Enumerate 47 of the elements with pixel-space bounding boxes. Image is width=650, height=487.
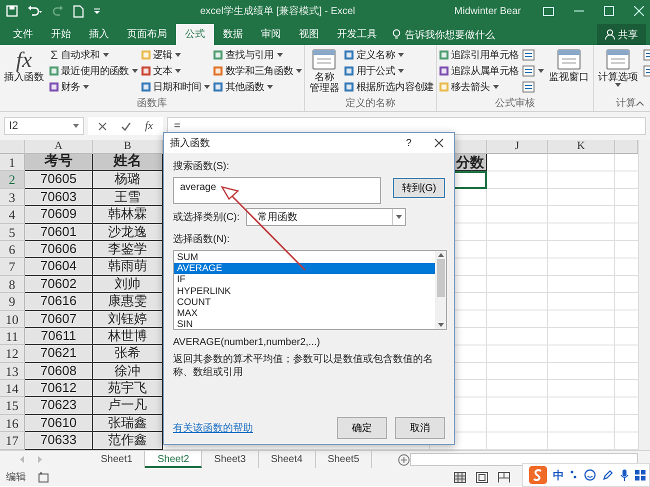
table-cell: 卢一凡 bbox=[93, 397, 163, 415]
function-signature: AVERAGE(number1,number2,...) bbox=[173, 337, 322, 348]
table-cell: 姓名 bbox=[93, 154, 163, 172]
table-cell: 康惠雯 bbox=[93, 293, 163, 311]
table-cell: 70621 bbox=[25, 345, 93, 363]
table-cell: 70604 bbox=[25, 258, 93, 276]
table-cell: 沙龙逸 bbox=[93, 224, 163, 241]
table-cell: 70611 bbox=[25, 328, 93, 346]
table-cell: 张希 bbox=[93, 345, 163, 363]
table-cell: 70609 bbox=[25, 206, 93, 224]
table-cell: 韩林霖 bbox=[93, 206, 163, 224]
table-cell: 70602 bbox=[25, 276, 93, 294]
table-cell: 林世博 bbox=[93, 328, 163, 346]
table-cell: 70616 bbox=[25, 293, 93, 311]
user-name: Midwinter Bear bbox=[454, 6, 521, 16]
table-cell: 韩雨萌 bbox=[93, 258, 163, 276]
table-cell: 刘钰婷 bbox=[93, 310, 163, 328]
table-cell: 70601 bbox=[25, 224, 93, 241]
table-cell: 70605 bbox=[25, 171, 93, 189]
table-cell: 70612 bbox=[25, 380, 93, 398]
table-cell: 张瑞鑫 bbox=[93, 414, 163, 432]
table-cell: 考号 bbox=[25, 154, 93, 172]
table-cell: 70610 bbox=[25, 414, 93, 432]
group-label: 计算 bbox=[616, 98, 636, 111]
table-cell: 范作鑫 bbox=[93, 432, 163, 450]
table-cell: 70633 bbox=[25, 432, 93, 450]
dialog-title: 插入函数 bbox=[170, 136, 210, 150]
table-cell: 70608 bbox=[25, 362, 93, 380]
category-label: 或选择类别(C): bbox=[173, 210, 240, 224]
table-cell: 王雪 bbox=[93, 188, 163, 206]
table-cell: 70607 bbox=[25, 310, 93, 328]
list-label: 选择函数(N): bbox=[173, 234, 230, 245]
status-mode: 编辑 bbox=[6, 470, 26, 484]
table-cell: 70603 bbox=[25, 188, 93, 206]
function-description: 返回其参数的算术平均值；参数可以是数值或包含数值的名称、数组或引用 bbox=[173, 353, 434, 379]
window-title: excel学生成绩单 [兼容模式] - Excel bbox=[199, 4, 356, 18]
table-cell: 徐冲 bbox=[93, 362, 163, 380]
table-cell: 杨璐 bbox=[93, 171, 163, 189]
group-label: 定义的名称 bbox=[346, 98, 396, 111]
search-label: 搜索函数(S): bbox=[173, 160, 230, 173]
group-label: 函数库 bbox=[137, 98, 168, 111]
group-label: 公式审核 bbox=[494, 98, 535, 111]
table-cell: 刘帅 bbox=[93, 276, 163, 294]
table-cell: 李鉴学 bbox=[93, 240, 163, 258]
table-cell: 70623 bbox=[25, 397, 93, 415]
table-cell: 苑宇飞 bbox=[93, 380, 163, 398]
table-cell: 70606 bbox=[25, 240, 93, 258]
